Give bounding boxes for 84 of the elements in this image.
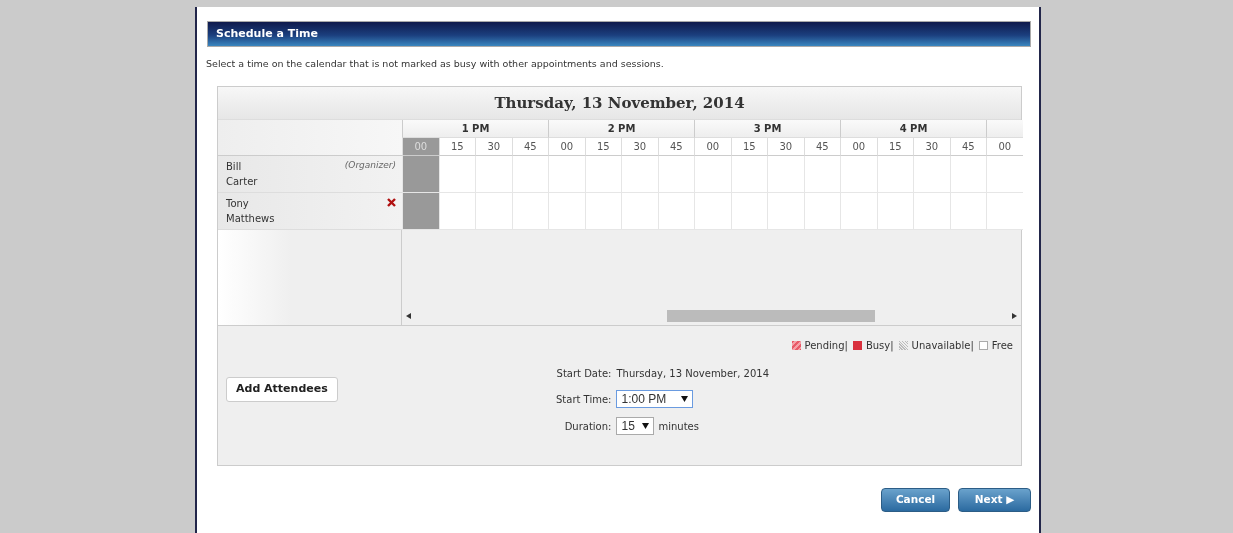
duration-select[interactable]: 15: [616, 417, 655, 436]
time-cell[interactable]: [840, 156, 877, 194]
time-cell[interactable]: [876, 193, 913, 231]
minute-slot[interactable]: 00: [986, 138, 1023, 157]
time-cell[interactable]: [438, 193, 475, 231]
minute-slot[interactable]: 30: [767, 138, 804, 157]
hour-header: 1 PM: [402, 120, 548, 139]
hour-header: 3 PM: [694, 120, 840, 139]
time-cell[interactable]: [694, 193, 731, 231]
time-cell[interactable]: [803, 156, 840, 194]
time-cell[interactable]: [621, 193, 658, 231]
time-cell[interactable]: [876, 156, 913, 194]
legend-label: Free: [991, 340, 1013, 352]
time-cell[interactable]: [402, 156, 439, 194]
legend-label: Busy|: [865, 340, 894, 352]
time-cell[interactable]: [913, 193, 950, 231]
field-label: Duration:: [563, 419, 612, 434]
time-cell[interactable]: [694, 156, 731, 194]
time-cell[interactable]: [730, 193, 767, 231]
time-cell[interactable]: [584, 193, 621, 231]
hour-header: 2 PM: [548, 120, 694, 139]
legend-swatch-icon: [791, 341, 801, 351]
legend-swatch-icon: [978, 341, 988, 351]
time-cell[interactable]: [511, 156, 548, 194]
time-cell[interactable]: [657, 193, 694, 231]
scroll-left-icon[interactable]: [406, 313, 411, 320]
time-cell[interactable]: [548, 193, 585, 231]
hour-header: 4 PM: [840, 120, 986, 139]
time-cell[interactable]: [438, 156, 475, 194]
time-cell[interactable]: [949, 193, 986, 231]
field-label: Start Date:: [556, 367, 612, 382]
minute-slot[interactable]: 30: [475, 138, 512, 157]
dropdown-caret-icon: [642, 423, 650, 430]
legend-swatch-icon: [852, 341, 862, 351]
cancel-button[interactable]: Cancel: [881, 488, 950, 512]
time-cell[interactable]: [621, 156, 658, 194]
time-cell[interactable]: [730, 156, 767, 194]
time-cell[interactable]: [840, 193, 877, 231]
minute-slot[interactable]: 30: [913, 138, 950, 157]
field-label: Start Time:: [556, 392, 612, 407]
organizer-label: (Organizer): [344, 159, 396, 173]
legend-swatch-icon: [898, 341, 908, 351]
time-cell[interactable]: [986, 193, 1023, 231]
panel-title: Schedule a Time: [207, 21, 1031, 47]
attendee-name: Bill Carter: [226, 160, 258, 190]
instruction-text: Select a time on the calendar that is not marked as busy with other appointments and sessions.: [206, 57, 665, 71]
minute-slot[interactable]: 00: [840, 138, 877, 157]
minute-slot[interactable]: 15: [584, 138, 621, 157]
time-cell[interactable]: [475, 156, 512, 194]
start-date-value: Thursday, 13 November, 2014: [616, 367, 770, 382]
time-cell[interactable]: [913, 156, 950, 194]
legend-label: Pending|: [804, 340, 848, 352]
time-cell[interactable]: [475, 193, 512, 231]
time-cell[interactable]: [548, 156, 585, 194]
minute-slot[interactable]: 15: [438, 138, 475, 157]
next-button[interactable]: Next ▶: [958, 488, 1031, 512]
minute-slot[interactable]: 45: [511, 138, 548, 157]
add-attendees-button[interactable]: Add Attendees: [226, 377, 338, 402]
minute-slot[interactable]: 45: [657, 138, 694, 157]
legend-label: Unavailable|: [911, 340, 974, 352]
time-cell[interactable]: [402, 193, 439, 231]
time-cell[interactable]: [767, 156, 804, 194]
time-cell[interactable]: [584, 156, 621, 194]
date-title: Thursday, 13 November, 2014: [218, 87, 1021, 121]
hour-header: [986, 120, 1023, 139]
time-cell[interactable]: [657, 156, 694, 194]
dropdown-caret-icon: [681, 396, 689, 403]
duration-unit: minutes: [658, 419, 699, 434]
minute-slot[interactable]: 00: [548, 138, 585, 157]
time-cell[interactable]: [803, 193, 840, 231]
attendee-name: Tony Matthews: [226, 197, 275, 227]
remove-icon[interactable]: [387, 198, 396, 208]
time-cell[interactable]: [767, 193, 804, 231]
time-cell[interactable]: [949, 156, 986, 194]
minute-slot[interactable]: 15: [730, 138, 767, 157]
scroll-right-icon[interactable]: [1012, 313, 1017, 320]
minute-slot[interactable]: 45: [949, 138, 986, 157]
time-cell[interactable]: [986, 156, 1023, 194]
minute-slot[interactable]: 15: [876, 138, 913, 157]
minute-slot[interactable]: 45: [803, 138, 840, 157]
minute-slot[interactable]: 30: [621, 138, 658, 157]
time-cell[interactable]: [511, 193, 548, 231]
minute-slot[interactable]: 00: [694, 138, 731, 157]
start-time-select[interactable]: 1:00 PM: [616, 390, 694, 409]
